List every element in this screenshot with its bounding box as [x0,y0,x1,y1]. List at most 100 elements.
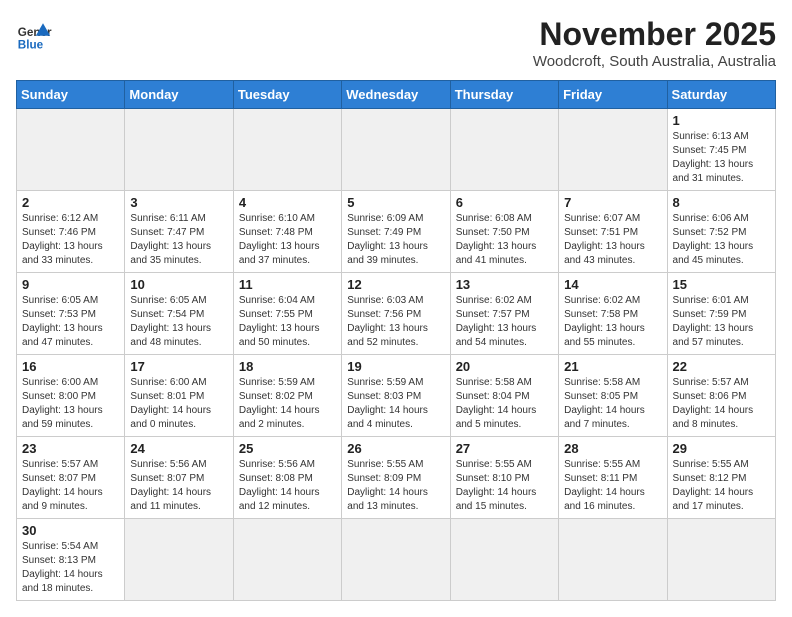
day-header-wednesday: Wednesday [342,81,450,109]
day-number: 4 [239,195,336,210]
day-number: 10 [130,277,227,292]
calendar-cell: 30Sunrise: 5:54 AM Sunset: 8:13 PM Dayli… [17,519,125,601]
day-info: Sunrise: 6:06 AM Sunset: 7:52 PM Dayligh… [673,212,770,268]
day-number: 23 [22,441,119,456]
day-info: Sunrise: 6:02 AM Sunset: 7:58 PM Dayligh… [564,294,661,350]
calendar-cell: 2 Sunrise: 6:12 AM Sunset: 7:46 PM Daylig… [17,191,125,273]
calendar-week-row: 16Sunrise: 6:00 AM Sunset: 8:00 PM Dayli… [17,355,776,437]
day-number: 12 [347,277,444,292]
calendar-cell: 6 Sunrise: 6:08 AM Sunset: 7:50 PM Daylig… [450,191,558,273]
calendar-cell [450,109,558,191]
calendar-cell [450,519,558,601]
logo: General Blue [16,16,52,52]
calendar-table: SundayMondayTuesdayWednesdayThursdayFrid… [16,80,776,601]
day-info: Sunrise: 6:01 AM Sunset: 7:59 PM Dayligh… [673,294,770,350]
day-info: Sunrise: 6:05 AM Sunset: 7:54 PM Dayligh… [130,294,227,350]
calendar-week-row: 2 Sunrise: 6:12 AM Sunset: 7:46 PM Daylig… [17,191,776,273]
calendar-cell: 11Sunrise: 6:04 AM Sunset: 7:55 PM Dayli… [233,273,341,355]
day-number: 17 [130,359,227,374]
day-number: 29 [673,441,770,456]
day-info: Sunrise: 6:02 AM Sunset: 7:57 PM Dayligh… [456,294,553,350]
day-header-tuesday: Tuesday [233,81,341,109]
day-number: 26 [347,441,444,456]
day-number: 13 [456,277,553,292]
calendar-cell: 7Sunrise: 6:07 AM Sunset: 7:51 PM Daylig… [559,191,667,273]
calendar-cell: 5 Sunrise: 6:09 AM Sunset: 7:49 PM Daylig… [342,191,450,273]
calendar-cell: 23 Sunrise: 5:57 AM Sunset: 8:07 PM Dayli… [17,437,125,519]
calendar-cell [233,519,341,601]
day-number: 3 [130,195,227,210]
calendar-cell: 13 Sunrise: 6:02 AM Sunset: 7:57 PM Dayli… [450,273,558,355]
calendar-cell: 25 Sunrise: 5:56 AM Sunset: 8:08 PM Dayli… [233,437,341,519]
day-info: Sunrise: 6:08 AM Sunset: 7:50 PM Dayligh… [456,212,553,268]
calendar-cell: 29 Sunrise: 5:55 AM Sunset: 8:12 PM Dayli… [667,437,775,519]
calendar-week-row: 1Sunrise: 6:13 AM Sunset: 7:45 PM Daylig… [17,109,776,191]
day-info: Sunrise: 5:54 AM Sunset: 8:13 PM Dayligh… [22,540,119,596]
month-title: November 2025 [533,16,776,53]
day-info: Sunrise: 5:58 AM Sunset: 8:04 PM Dayligh… [456,376,553,432]
day-number: 6 [456,195,553,210]
day-info: Sunrise: 6:12 AM Sunset: 7:46 PM Dayligh… [22,212,119,268]
day-header-thursday: Thursday [450,81,558,109]
calendar-cell: 12 Sunrise: 6:03 AM Sunset: 7:56 PM Dayli… [342,273,450,355]
day-info: Sunrise: 5:59 AM Sunset: 8:03 PM Dayligh… [347,376,444,432]
day-info: Sunrise: 5:55 AM Sunset: 8:11 PM Dayligh… [564,458,661,514]
day-info: Sunrise: 6:13 AM Sunset: 7:45 PM Dayligh… [673,130,770,186]
day-info: Sunrise: 5:56 AM Sunset: 8:08 PM Dayligh… [239,458,336,514]
calendar-cell: 14Sunrise: 6:02 AM Sunset: 7:58 PM Dayli… [559,273,667,355]
day-number: 27 [456,441,553,456]
calendar-week-row: 30Sunrise: 5:54 AM Sunset: 8:13 PM Dayli… [17,519,776,601]
day-info: Sunrise: 5:58 AM Sunset: 8:05 PM Dayligh… [564,376,661,432]
day-info: Sunrise: 6:03 AM Sunset: 7:56 PM Dayligh… [347,294,444,350]
calendar-cell: 26 Sunrise: 5:55 AM Sunset: 8:09 PM Dayli… [342,437,450,519]
calendar-cell: 4 Sunrise: 6:10 AM Sunset: 7:48 PM Daylig… [233,191,341,273]
day-info: Sunrise: 6:00 AM Sunset: 8:01 PM Dayligh… [130,376,227,432]
day-info: Sunrise: 5:56 AM Sunset: 8:07 PM Dayligh… [130,458,227,514]
calendar-cell [125,109,233,191]
calendar-cell: 18Sunrise: 5:59 AM Sunset: 8:02 PM Dayli… [233,355,341,437]
calendar-cell: 27 Sunrise: 5:55 AM Sunset: 8:10 PM Dayli… [450,437,558,519]
calendar-week-row: 9Sunrise: 6:05 AM Sunset: 7:53 PM Daylig… [17,273,776,355]
day-info: Sunrise: 5:57 AM Sunset: 8:06 PM Dayligh… [673,376,770,432]
day-info: Sunrise: 5:59 AM Sunset: 8:02 PM Dayligh… [239,376,336,432]
day-info: Sunrise: 5:55 AM Sunset: 8:10 PM Dayligh… [456,458,553,514]
day-number: 11 [239,277,336,292]
calendar-cell: 28Sunrise: 5:55 AM Sunset: 8:11 PM Dayli… [559,437,667,519]
calendar-cell [342,519,450,601]
calendar-cell: 24Sunrise: 5:56 AM Sunset: 8:07 PM Dayli… [125,437,233,519]
location-title: Woodcroft, South Australia, Australia [533,53,776,70]
day-number: 25 [239,441,336,456]
logo-icon: General Blue [16,16,52,52]
calendar-cell [667,519,775,601]
day-info: Sunrise: 6:09 AM Sunset: 7:49 PM Dayligh… [347,212,444,268]
day-info: Sunrise: 5:55 AM Sunset: 8:09 PM Dayligh… [347,458,444,514]
calendar-cell [125,519,233,601]
title-block: November 2025 Woodcroft, South Australia… [533,16,776,70]
day-number: 2 [22,195,119,210]
day-number: 22 [673,359,770,374]
day-number: 21 [564,359,661,374]
day-number: 5 [347,195,444,210]
calendar-cell: 9Sunrise: 6:05 AM Sunset: 7:53 PM Daylig… [17,273,125,355]
calendar-header-row: SundayMondayTuesdayWednesdayThursdayFrid… [17,81,776,109]
calendar-cell: 8Sunrise: 6:06 AM Sunset: 7:52 PM Daylig… [667,191,775,273]
calendar-cell [559,519,667,601]
calendar-week-row: 23 Sunrise: 5:57 AM Sunset: 8:07 PM Dayli… [17,437,776,519]
calendar-cell: 21 Sunrise: 5:58 AM Sunset: 8:05 PM Dayli… [559,355,667,437]
calendar-cell: 3 Sunrise: 6:11 AM Sunset: 7:47 PM Daylig… [125,191,233,273]
svg-text:Blue: Blue [18,38,44,51]
day-header-sunday: Sunday [17,81,125,109]
day-header-monday: Monday [125,81,233,109]
day-info: Sunrise: 5:55 AM Sunset: 8:12 PM Dayligh… [673,458,770,514]
calendar-cell: 19Sunrise: 5:59 AM Sunset: 8:03 PM Dayli… [342,355,450,437]
day-info: Sunrise: 6:10 AM Sunset: 7:48 PM Dayligh… [239,212,336,268]
day-info: Sunrise: 6:11 AM Sunset: 7:47 PM Dayligh… [130,212,227,268]
calendar-cell: 1Sunrise: 6:13 AM Sunset: 7:45 PM Daylig… [667,109,775,191]
calendar-cell [233,109,341,191]
day-info: Sunrise: 6:05 AM Sunset: 7:53 PM Dayligh… [22,294,119,350]
day-info: Sunrise: 5:57 AM Sunset: 8:07 PM Dayligh… [22,458,119,514]
day-number: 15 [673,277,770,292]
calendar-cell: 20Sunrise: 5:58 AM Sunset: 8:04 PM Dayli… [450,355,558,437]
calendar-cell: 17 Sunrise: 6:00 AM Sunset: 8:01 PM Dayli… [125,355,233,437]
day-header-saturday: Saturday [667,81,775,109]
